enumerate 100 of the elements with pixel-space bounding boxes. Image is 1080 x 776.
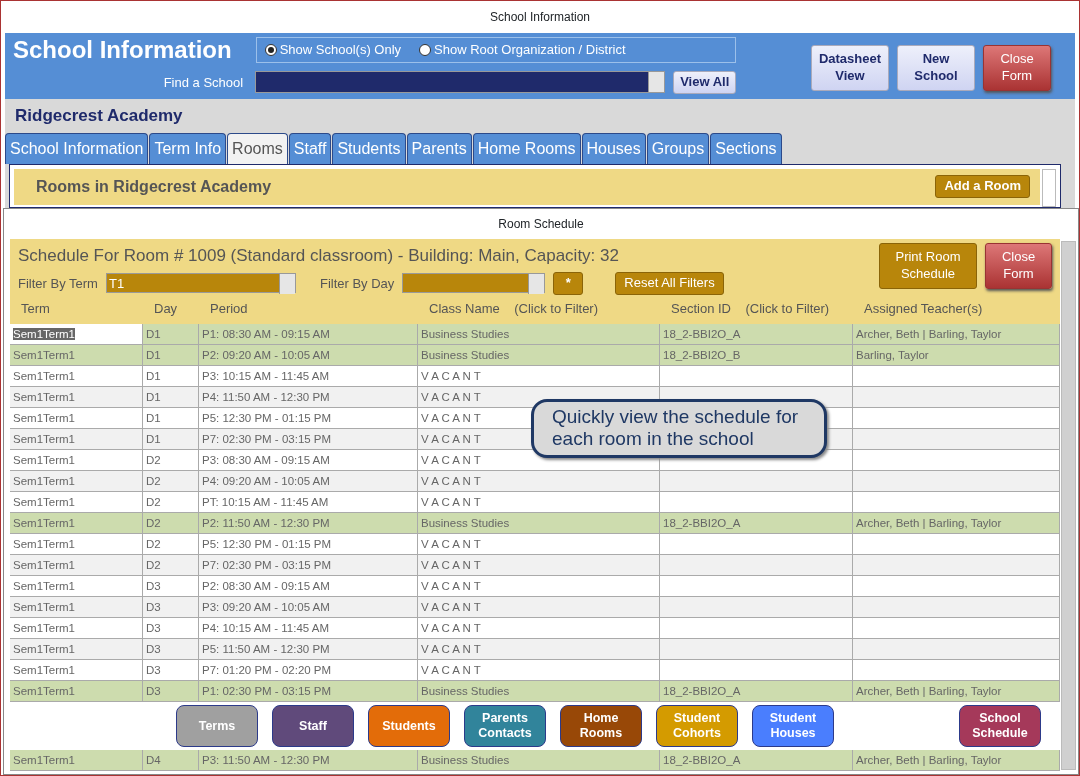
header-button[interactable]: Datasheet View [811, 45, 889, 91]
nav-button[interactable]: School Schedule [959, 705, 1041, 748]
table-cell: Sem1Term1 [10, 513, 143, 535]
term-filter-dropdown[interactable]: T1 [105, 273, 296, 294]
table-cell: D1 [143, 324, 199, 346]
form-title: School Information [13, 37, 232, 64]
table-cell: Archer, Beth | Barling, Taylor [853, 681, 1060, 703]
column-header[interactable]: Class Name (Click to Filter) [426, 294, 668, 325]
column-header[interactable]: Section ID (Click to Filter) [668, 294, 861, 325]
radio-option[interactable]: Show Root Organization / District [419, 40, 626, 60]
table-cell: D1 [143, 345, 199, 367]
tab[interactable]: Houses [581, 132, 646, 164]
clear-filter-button[interactable]: * [553, 272, 584, 295]
table-cell: P2: 11:50 AM - 12:30 PM [199, 513, 418, 535]
tab[interactable]: Staff [288, 132, 332, 164]
tab[interactable]: Rooms [227, 132, 288, 164]
table-cell: D3 [143, 681, 199, 703]
find-school-label: Find a School [163, 73, 244, 92]
column-header[interactable]: Assigned Teacher(s) [861, 294, 1056, 325]
table-cell: Archer, Beth | Barling, Taylor [853, 513, 1060, 535]
table-cell: Sem1Term1 [10, 681, 143, 703]
table-cell: P3: 09:20 AM - 10:05 AM [199, 597, 418, 619]
table-cell: 18_2-BBI2O_A [660, 750, 853, 772]
table-cell: P2: 09:20 AM - 10:05 AM [199, 345, 418, 367]
table-cell: Business Studies [418, 750, 660, 772]
table-cell: V A C A N T [418, 597, 660, 619]
table-cell: D2 [143, 471, 199, 493]
table-cell: P3: 11:50 AM - 12:30 PM [199, 750, 418, 772]
tab[interactable]: Home Rooms [472, 132, 581, 164]
table-cell: D1 [143, 387, 199, 409]
nav-button[interactable]: Student Cohorts [656, 705, 738, 748]
table-cell: V A C A N T [418, 471, 660, 493]
table-cell: P7: 02:30 PM - 03:15 PM [199, 429, 418, 451]
tab[interactable]: Term Info [149, 132, 227, 164]
table-cell: V A C A N T [418, 555, 660, 577]
table-cell: Archer, Beth | Barling, Taylor [853, 750, 1060, 772]
table-cell: Sem1Term1 [10, 597, 143, 619]
table-cell: Sem1Term1 [10, 324, 143, 346]
header-button[interactable]: New School [897, 45, 975, 91]
print-schedule-button[interactable]: Print Room Schedule [879, 242, 977, 289]
table-cell: D2 [143, 513, 199, 535]
school-name: Ridgecrest Academy [15, 105, 184, 127]
table-cell: Sem1Term1 [10, 345, 143, 367]
table-cell: Sem1Term1 [10, 555, 143, 577]
table-cell: Business Studies [418, 324, 660, 346]
nav-button[interactable]: Terms [176, 705, 258, 748]
table-cell: D4 [143, 750, 199, 772]
window-title: Room Schedule [497, 215, 585, 233]
table-cell: P1: 02:30 PM - 03:15 PM [199, 681, 418, 703]
tab[interactable]: Parents [406, 132, 472, 164]
callout: Quickly view the schedule for each room in the school [531, 398, 827, 459]
table-cell: Business Studies [418, 681, 660, 703]
table-cell: 18_2-BBI2O_A [660, 681, 853, 703]
reset-filters-button[interactable]: Reset All Filters [615, 272, 724, 295]
table-cell: 18_2-BBI2O_A [660, 324, 853, 346]
table-cell: Sem1Term1 [10, 639, 143, 661]
table-cell: P4: 09:20 AM - 10:05 AM [199, 471, 418, 493]
close-form-button[interactable]: Close Form [983, 45, 1051, 91]
table-cell: P1: 08:30 AM - 09:15 AM [199, 324, 418, 346]
table-cell: Business Studies [418, 345, 660, 367]
table-cell: D3 [143, 639, 199, 661]
scrollbar[interactable] [1042, 168, 1056, 207]
add-room-button[interactable]: Add a Room [935, 175, 1030, 198]
rooms-title: Rooms in Ridgecrest Academy [36, 176, 272, 197]
nav-button[interactable]: Staff [272, 705, 354, 748]
table-cell: Sem1Term1 [10, 471, 143, 493]
tab[interactable]: Groups [646, 132, 710, 164]
nav-button[interactable]: Student Houses [752, 705, 834, 748]
table-cell: V A C A N T [418, 639, 660, 661]
close-form-button[interactable]: Close Form [985, 242, 1052, 289]
table-cell: D2 [143, 555, 199, 577]
table-cell: 18_2-BBI2O_A [660, 513, 853, 535]
table-cell: Business Studies [418, 513, 660, 535]
table-cell: Sem1Term1 [10, 387, 143, 409]
tab[interactable]: Sections [710, 132, 782, 164]
table-cell: D1 [143, 429, 199, 451]
window-title: School Information [488, 9, 592, 26]
filter-term-label: Filter By Term [18, 274, 98, 293]
table-cell: Archer, Beth | Barling, Taylor [853, 324, 1060, 346]
column-header[interactable]: Period [207, 294, 426, 325]
column-header[interactable]: Day [151, 294, 207, 325]
day-filter-dropdown[interactable] [402, 273, 546, 294]
radio-option[interactable]: Show School(s) Only [264, 40, 402, 60]
scrollbar[interactable] [1061, 240, 1076, 770]
nav-button[interactable]: Students [368, 705, 450, 748]
column-header[interactable]: Term [18, 294, 151, 325]
school-dropdown[interactable] [255, 71, 666, 94]
table-cell: P4: 11:50 AM - 12:30 PM [199, 387, 418, 409]
table-cell: Sem1Term1 [10, 429, 143, 451]
table-cell: Sem1Term1 [10, 750, 143, 772]
tab[interactable]: School Information [5, 132, 149, 164]
table-cell: D3 [143, 597, 199, 619]
table-cell: P5: 11:50 AM - 12:30 PM [199, 639, 418, 661]
view-all-button[interactable]: View All [673, 71, 737, 94]
tab[interactable]: Students [332, 132, 406, 164]
table-cell: 18_2-BBI2O_B [660, 345, 853, 367]
nav-button[interactable]: Home Rooms [560, 705, 642, 748]
filter-day-label: Filter By Day [319, 274, 395, 293]
table-cell: Barling, Taylor [853, 345, 1060, 367]
nav-button[interactable]: Parents Contacts [464, 705, 546, 748]
